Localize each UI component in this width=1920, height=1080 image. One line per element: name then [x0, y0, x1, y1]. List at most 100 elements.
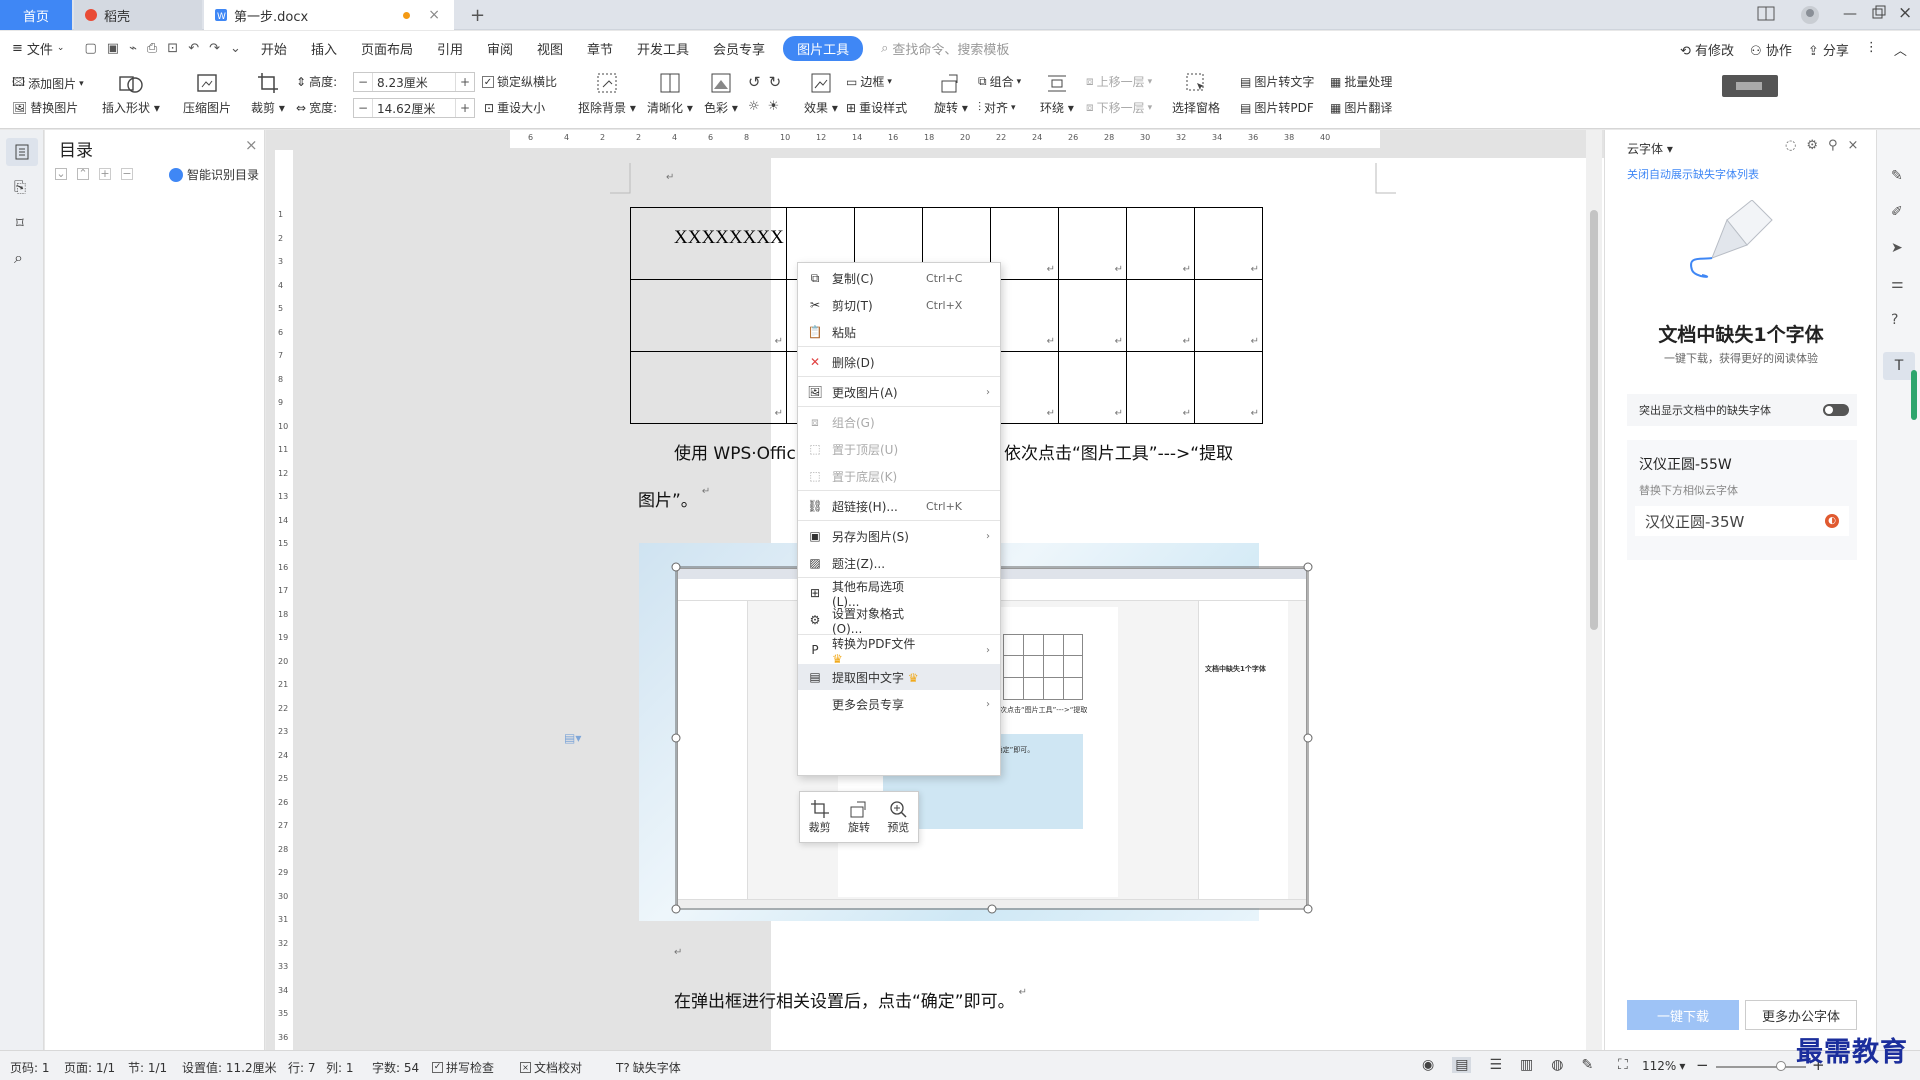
- format-painter-icon[interactable]: ⌁: [129, 41, 137, 56]
- undo-icon[interactable]: ↶: [188, 41, 199, 56]
- highlight-toggle[interactable]: [1823, 404, 1849, 416]
- fit-page-icon[interactable]: ⛶: [1618, 1057, 1628, 1073]
- border-button[interactable]: ▭ 边框 ▾: [846, 73, 892, 90]
- download-all-button[interactable]: 一键下载: [1627, 1000, 1739, 1030]
- lock-ratio-checkbox[interactable]: ✓ 锁定纵横比: [482, 73, 557, 90]
- more-options-icon[interactable]: ⋮: [1865, 40, 1878, 59]
- menu-item[interactable]: ▣ 另存为图片(S) ›: [798, 523, 1000, 549]
- horizontal-ruler[interactable]: 6 4 2 2 4 6 8 10 12 14 16 18 20 22 24 26 28 30 32 34 36 38 40: [510, 130, 1380, 148]
- layout-options-icon[interactable]: ▤▾: [564, 731, 581, 745]
- pen-icon[interactable]: ✐: [1891, 204, 1903, 220]
- menu-item[interactable]: 📋 粘贴: [798, 319, 1000, 345]
- font-tool-icon[interactable]: ✎: [1891, 168, 1903, 184]
- menu-item[interactable]: ▨ 题注(Z)...: [798, 550, 1000, 576]
- tab-document[interactable]: W 第一步.docx ×: [204, 0, 454, 30]
- more-fonts-button[interactable]: 更多办公字体: [1745, 1000, 1857, 1030]
- settings-icon[interactable]: ⚙: [1806, 138, 1818, 153]
- tab-home[interactable]: 首页: [0, 0, 72, 30]
- table-cell[interactable]: ↵: [1058, 207, 1127, 280]
- print-preview-icon[interactable]: ⊡: [167, 41, 178, 56]
- picture-to-pdf-button[interactable]: ▤ 图片转PDF: [1240, 99, 1314, 116]
- status-setting[interactable]: 设置值: 11.2厘米: [182, 1059, 277, 1076]
- menu-item[interactable]: ⊞ 其他布局选项(L)...: [798, 580, 1000, 609]
- increase-width-icon[interactable]: +: [456, 101, 474, 115]
- smart-toc-button[interactable]: 智能识别目录: [169, 166, 259, 183]
- menu-member[interactable]: 会员专享: [701, 39, 777, 58]
- web-view-icon[interactable]: ◍: [1551, 1057, 1563, 1073]
- new-tab-button[interactable]: +: [460, 0, 485, 30]
- new-doc-icon[interactable]: ▢: [84, 41, 96, 56]
- status-col[interactable]: 列: 1: [326, 1059, 354, 1076]
- video-recorder-widget[interactable]: [1722, 75, 1778, 97]
- collaborate-button[interactable]: ⚇ 协作: [1750, 40, 1792, 59]
- revisions-button[interactable]: ⟲ 有修改: [1680, 40, 1734, 59]
- find-icon[interactable]: ⌕: [14, 248, 23, 268]
- share-button[interactable]: ⇪ 分享: [1808, 40, 1849, 59]
- menu-item[interactable]: ✂ 剪切(T) Ctrl+X: [798, 292, 1000, 318]
- file-menu[interactable]: ≡ 文件 ⌄: [0, 39, 76, 58]
- write-view-icon[interactable]: ✎: [1581, 1057, 1593, 1073]
- menu-view[interactable]: 视图: [525, 39, 575, 58]
- height-stepper[interactable]: −8.23厘米 +: [353, 72, 475, 92]
- menu-item[interactable]: ✕ 删除(D): [798, 349, 1000, 375]
- table-cell[interactable]: ↵: [1058, 351, 1127, 424]
- replace-picture-button[interactable]: 🖼 替换图片: [12, 99, 78, 116]
- menu-item[interactable]: 🖼 更改图片(A) ›: [798, 379, 1000, 405]
- proofread-button[interactable]: × 文档校对: [520, 1059, 582, 1076]
- menu-section[interactable]: 章节: [575, 39, 625, 58]
- insert-shape-button[interactable]: 插入形状 ▾: [102, 71, 160, 116]
- close-auto-show-link[interactable]: 关闭自动展示缺失字体列表: [1627, 166, 1759, 182]
- zoom-slider-thumb[interactable]: [1776, 1061, 1786, 1071]
- compress-picture-button[interactable]: 压缩图片: [183, 71, 231, 116]
- cursor-icon[interactable]: ➤: [1891, 240, 1903, 256]
- vertical-ruler[interactable]: 1 2 3 4 5 6 7 8 9 10 11 12 13 14 15 16 17 18 19 20 21 22 23 24 2…: [275, 150, 293, 1050]
- toc-close-icon[interactable]: ×: [245, 136, 258, 154]
- align-button[interactable]: ⫶ 对齐 ▾: [978, 99, 1016, 116]
- menu-item[interactable]: ⧉ 复制(C) Ctrl+C: [798, 265, 1000, 291]
- table-cell[interactable]: ↵: [1194, 207, 1263, 280]
- menu-insert[interactable]: 插入: [299, 39, 349, 58]
- feedback-icon[interactable]: ◌: [1785, 138, 1796, 153]
- menu-references[interactable]: 引用: [425, 39, 475, 58]
- menu-page-layout[interactable]: 页面布局: [349, 39, 425, 58]
- menu-start[interactable]: 开始: [249, 39, 299, 58]
- close-window-icon[interactable]: ×: [1898, 3, 1912, 23]
- zoom-level[interactable]: 112% ▾: [1642, 1059, 1685, 1073]
- table-cell[interactable]: ↵: [1126, 207, 1195, 280]
- missing-font-status[interactable]: T? 缺失字体: [616, 1059, 681, 1076]
- wrap-button[interactable]: 环绕 ▾: [1040, 71, 1074, 116]
- add-heading-icon[interactable]: +: [99, 168, 111, 180]
- print-icon[interactable]: ⎙: [147, 41, 157, 56]
- menu-developer[interactable]: 开发工具: [625, 39, 701, 58]
- menu-picture-tools[interactable]: 图片工具: [783, 35, 864, 61]
- bookmark-icon[interactable]: ⌑: [16, 214, 24, 232]
- save-icon[interactable]: ▣: [107, 41, 119, 56]
- nav-toc-icon[interactable]: [6, 138, 38, 166]
- scrollbar-thumb[interactable]: [1590, 210, 1598, 630]
- collapse-ribbon-icon[interactable]: ︿: [1894, 40, 1907, 59]
- eye-protect-icon[interactable]: ◉: [1422, 1057, 1434, 1073]
- batch-process-button[interactable]: ▦ 批量处理: [1330, 73, 1392, 90]
- menu-item[interactable]: 更多会员专享 ›: [798, 691, 1000, 717]
- table-cell[interactable]: ↵: [630, 279, 787, 352]
- effect-button[interactable]: 效果 ▾: [804, 71, 838, 116]
- redo-icon[interactable]: ↷: [209, 41, 220, 56]
- customize-icon[interactable]: ⌄: [230, 41, 241, 56]
- status-pages[interactable]: 页面: 1/1: [64, 1059, 115, 1076]
- minimize-icon[interactable]: —: [1843, 6, 1857, 22]
- status-page[interactable]: 页码: 1: [10, 1059, 50, 1076]
- command-search[interactable]: ⌕ 查找命令、搜索模板: [869, 39, 1021, 58]
- reading-view-icon[interactable]: ▥: [1520, 1057, 1533, 1073]
- color-button[interactable]: 色彩 ▾: [704, 71, 738, 116]
- table-cell[interactable]: ↵: [1126, 279, 1195, 352]
- pane-close-icon[interactable]: ×: [1848, 138, 1859, 153]
- menu-item[interactable]: ▤ 提取图中文字 ♛: [798, 664, 1000, 690]
- menu-review[interactable]: 审阅: [475, 39, 525, 58]
- rotate-left-icon[interactable]: ↺: [748, 73, 761, 91]
- table-cell[interactable]: ↵: [1058, 279, 1127, 352]
- pin-icon[interactable]: ⚲: [1828, 138, 1838, 153]
- nav-chapter-icon[interactable]: ⎘: [14, 178, 26, 196]
- mini-rotate-button[interactable]: 旋转: [848, 799, 870, 835]
- menu-item[interactable]: P 转换为PDF文件 ♛ ›: [798, 637, 1000, 666]
- reset-size-button[interactable]: ⊡ 重设大小: [484, 99, 545, 116]
